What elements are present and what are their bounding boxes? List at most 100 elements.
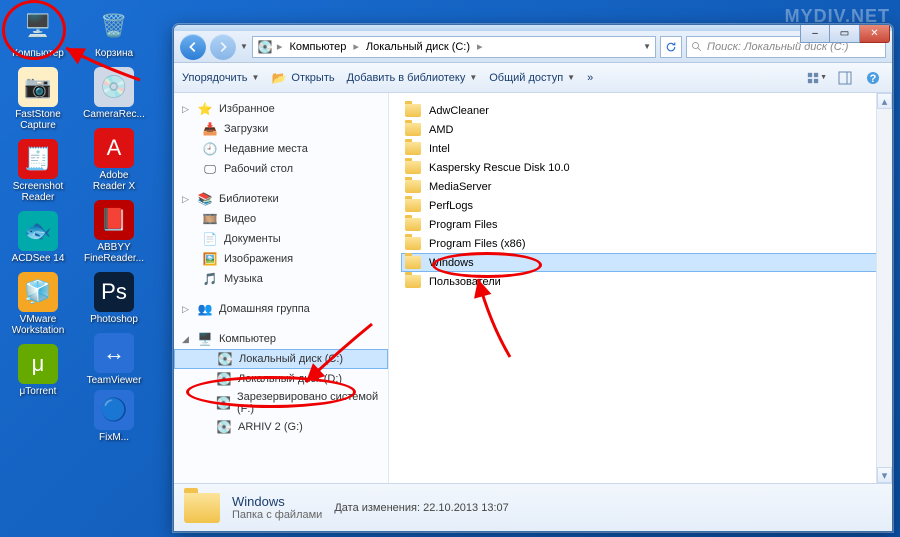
tree-item-label: Документы [224,233,281,245]
desktop-icon[interactable]: 🖥️Компьютер [4,4,72,61]
breadcrumb-computer[interactable]: Компьютер [286,41,349,53]
file-item-windows[interactable]: Windows [401,253,880,272]
breadcrumb-drive-c[interactable]: Локальный диск (C:) [363,41,473,53]
desktop-icon[interactable]: 💿CameraRec... [80,65,148,122]
tree-item[interactable]: 🖵Рабочий стол [174,159,388,179]
desktop-icon-label: Screenshot Reader [6,181,70,203]
address-bar[interactable]: 💽 ▸ Компьютер ▸ Локальный диск (C:) ▸ ▼ [252,36,656,58]
desktop-icon[interactable]: 🧾Screenshot Reader [4,137,72,205]
homegroup-header[interactable]: ▷👥 Домашняя группа [174,299,388,319]
maximize-button[interactable]: ▭ [830,25,860,43]
file-item[interactable]: Intel [401,139,880,158]
folder-icon [405,123,421,136]
back-button[interactable] [180,34,206,60]
address-dropdown-icon[interactable]: ▼ [643,42,651,51]
file-item-label: Пользователи [429,276,501,288]
desktop-icon[interactable]: 📕ABBYY FineReader... [80,198,148,266]
tree-item-drive[interactable]: 💽ARHIV 2 (G:) [174,417,388,437]
file-item[interactable]: Kaspersky Rescue Disk 10.0 [401,158,880,177]
star-icon: ⭐ [197,101,213,117]
tree-item-drive[interactable]: 💽Локальный диск (D:) [174,369,388,389]
chevron-down-icon: ▼ [567,73,575,82]
file-item-label: AMD [429,124,453,136]
file-item[interactable]: AdwCleaner [401,101,880,120]
favorites-header[interactable]: ▷⭐ Избранное [174,99,388,119]
scroll-down-button[interactable]: ▾ [877,467,892,483]
svg-text:?: ? [870,73,877,85]
folder-icon [405,161,421,174]
scroll-up-button[interactable]: ▴ [877,93,892,109]
desktop-icon[interactable]: 🐟ACDSee 14 [4,209,72,266]
folder-icon [405,275,421,288]
app-icon: ↔ [94,333,134,373]
file-item-label: PerfLogs [429,200,473,212]
tree-item[interactable]: 🖼️Изображения [174,249,388,269]
tree-item-drive[interactable]: 💽Зарезервировано системой (F:) [174,389,388,417]
drive-icon: 💽 [217,351,233,367]
minimize-button[interactable]: – [800,25,830,43]
library-icon: 📄 [202,231,218,247]
tree-item-label: Недавние места [224,143,308,155]
desktop-icon[interactable]: 🧊VMware Workstation [4,270,72,338]
organize-button[interactable]: Упорядочить▼ [182,72,259,84]
refresh-button[interactable] [660,36,682,58]
file-item[interactable]: Program Files (x86) [401,234,880,253]
desktop-icon[interactable]: ↔TeamViewer [80,331,148,388]
open-button[interactable]: 📂 Открыть [271,70,334,86]
share-button[interactable]: Общий доступ▼ [489,72,575,84]
file-item[interactable]: PerfLogs [401,196,880,215]
tree-item[interactable]: 📥Загрузки [174,119,388,139]
app-icon: 🖥️ [18,6,58,46]
tree-item[interactable]: 🎵Музыка [174,269,388,289]
file-list[interactable]: AdwCleaner AMD IntelKaspersky Rescue Disk … [389,93,892,483]
desktop-icon[interactable]: Ps Photoshop [80,270,148,327]
add-library-button[interactable]: Добавить в библиотеку▼ [347,72,478,84]
app-icon: 🧊 [18,272,58,312]
view-options-button[interactable]: ▼ [806,67,828,89]
explorer-body: ▷⭐ Избранное 📥Загрузки🕘Недавние места🖵Ра… [174,93,892,483]
navigation-pane[interactable]: ▷⭐ Избранное 📥Загрузки🕘Недавние места🖵Ра… [174,93,389,483]
desktop-icon[interactable]: 📷FastStone Capture [4,65,72,133]
desktop-icon[interactable]: μμTorrent [4,342,72,399]
desktop: 🖥️Компьютер📷FastStone Capture🧾Screenshot… [0,0,170,537]
desktop-icon[interactable]: 🔵FixM... [80,388,148,445]
nav-bar: ▼ 💽 ▸ Компьютер ▸ Локальный диск (C:) ▸ … [174,31,892,63]
desktop-icon[interactable]: AAdobe Reader X [80,126,148,194]
explorer-window: – ▭ ✕ ▼ 💽 ▸ Компьютер ▸ Локальный диск (… [173,24,893,532]
tree-item[interactable]: 🕘Недавние места [174,139,388,159]
tree-item-label: Локальный диск (D:) [238,373,342,385]
tree-item[interactable]: 📄 Документы [174,229,388,249]
tree-item[interactable]: 🎞️Видео [174,209,388,229]
library-icon: 🎞️ [202,211,218,227]
details-modified-value: 22.10.2013 13:07 [423,502,509,514]
tree-item-drive-c[interactable]: 💽Локальный диск (C:) [174,349,388,369]
favorites-group: ▷⭐ Избранное 📥Загрузки🕘Недавние места🖵Ра… [174,99,388,179]
desktop-icon[interactable]: 🗑️Корзина [80,4,148,61]
details-type: Папка с файлами [232,509,322,521]
preview-pane-button[interactable] [834,67,856,89]
chevron-down-icon: ▼ [469,73,477,82]
chevron-down-icon: ▼ [820,74,827,81]
forward-button[interactable] [210,34,236,60]
toolbar: Упорядочить▼ 📂 Открыть Добавить в библио… [174,63,892,93]
app-icon: Ps [94,272,134,312]
tree-item-label: Музыка [224,273,263,285]
libraries-header[interactable]: ▷📚 Библиотеки [174,189,388,209]
file-item[interactable]: Пользователи [401,272,880,291]
app-icon: μ [18,344,58,384]
computer-header[interactable]: ◢🖥️ Компьютер [174,329,388,349]
more-button[interactable]: » [587,72,593,84]
app-icon: 📷 [18,67,58,107]
scrollbar[interactable]: ▴ ▾ [876,93,892,483]
tree-item-label: Изображения [224,253,293,265]
close-button[interactable]: ✕ [860,25,890,43]
details-pane: Windows Папка с файлами Дата изменения: … [174,483,892,531]
file-item[interactable]: Program Files [401,215,880,234]
drive-icon: 💽 [216,395,231,411]
help-button[interactable]: ? [862,67,884,89]
file-item[interactable]: AMD [401,120,880,139]
file-item[interactable]: MediaServer [401,177,880,196]
desktop-icon-label: Photoshop [90,314,138,325]
app-icon: 🧾 [18,139,58,179]
history-dropdown-icon[interactable]: ▼ [240,42,248,51]
